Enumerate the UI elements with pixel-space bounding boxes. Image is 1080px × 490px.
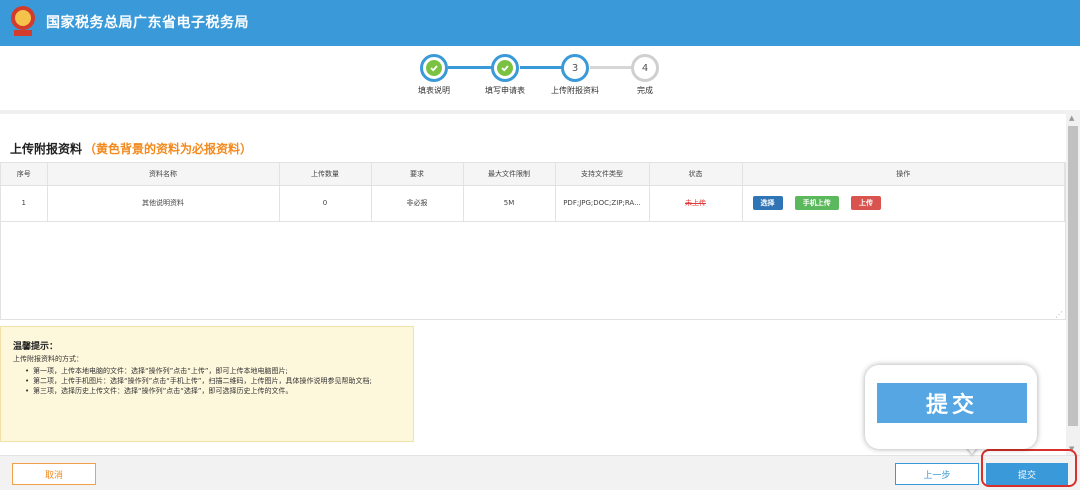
- step-label: 填表说明: [418, 86, 450, 95]
- step-circle: [420, 54, 448, 82]
- mobile-upload-button[interactable]: 手机上传: [794, 196, 839, 210]
- step-4: 4 完成: [605, 54, 685, 96]
- app-title: 国家税务总局广东省电子税务局: [46, 15, 249, 31]
- cell-requirement: 非必报: [371, 185, 464, 222]
- section-title-text: 上传附报资料: [10, 142, 83, 156]
- callout-submit-label: 提交: [877, 383, 1027, 423]
- tip-item: 第二项，上传手机图片：选择“操作列”点击“手机上传”，扫描二维码，上传图片，具体…: [25, 376, 401, 386]
- column-header: 序号: [1, 163, 48, 186]
- progress-steps: 填表说明 填写申请表 3 上传附报资料 4 完成: [0, 52, 1080, 100]
- submit-highlight-ring: [981, 449, 1077, 487]
- cell-file-types: PDF;JPG;DOC;ZIP;RA...: [555, 185, 650, 222]
- column-header: 支持文件类型: [555, 163, 650, 186]
- resize-handle-icon[interactable]: ⋰: [1055, 310, 1063, 319]
- tax-emblem-icon: [11, 6, 35, 36]
- column-header: 最大文件限制: [463, 163, 556, 186]
- table-header-row: 序号 资料名称 上传数量 要求 最大文件限制 支持文件类型 状态 操作: [1, 163, 1065, 186]
- step-label: 上传附报资料: [551, 86, 599, 95]
- step-number: 3: [571, 62, 579, 74]
- column-header: 资料名称: [47, 163, 280, 186]
- tip-item: 第一项，上传本地电脑的文件：选择“操作列”点击“上传”，即可上传本地电脑图片;: [25, 366, 401, 376]
- select-button[interactable]: 选择: [752, 196, 783, 210]
- check-icon: [497, 60, 513, 76]
- cell-name: 其他说明资料: [47, 185, 280, 222]
- cell-index: 1: [1, 185, 48, 222]
- previous-step-button[interactable]: 上一步: [895, 463, 979, 485]
- vertical-scrollbar[interactable]: ▲ ▼: [1066, 110, 1080, 455]
- app-header: 国家税务总局广东省电子税务局: [0, 0, 1080, 46]
- action-bar: 取消 上一步 提交: [0, 455, 1080, 490]
- column-header: 操作: [742, 163, 1065, 186]
- tips-list: 第一项，上传本地电脑的文件：选择“操作列”点击“上传”，即可上传本地电脑图片; …: [13, 366, 401, 396]
- section-title: 上传附报资料 （黄色背景的资料为必报资料）: [10, 140, 252, 157]
- attachments-table: 序号 资料名称 上传数量 要求 最大文件限制 支持文件类型 状态 操作 1 其他…: [0, 162, 1066, 320]
- submit-callout: 提交: [865, 365, 1037, 449]
- cell-status: 未上传: [649, 185, 743, 222]
- step-number: 4: [641, 62, 649, 74]
- cancel-button[interactable]: 取消: [12, 463, 96, 485]
- cell-count: 0: [279, 185, 372, 222]
- step-circle: 3: [561, 54, 589, 82]
- step-1: 填表说明: [394, 54, 474, 96]
- required-note: （黄色背景的资料为必报资料）: [84, 142, 253, 156]
- step-label: 填写申请表: [485, 86, 525, 95]
- column-header: 状态: [649, 163, 743, 186]
- tips-title: 温馨提示：: [13, 342, 59, 352]
- step-label: 完成: [637, 86, 653, 95]
- scroll-thumb[interactable]: [1068, 126, 1078, 426]
- check-icon: [426, 60, 442, 76]
- upload-button[interactable]: 上传: [850, 196, 881, 210]
- cell-max-size: 5M: [463, 185, 556, 222]
- step-circle: [491, 54, 519, 82]
- tips-box: 温馨提示： 上传附报资料的方式： 第一项，上传本地电脑的文件：选择“操作列”点击…: [0, 326, 414, 442]
- table-row: 1 其他说明资料 0 非必报 5M PDF;JPG;DOC;ZIP;RA... …: [1, 185, 1065, 222]
- column-header: 要求: [371, 163, 464, 186]
- tip-item: 第三项，选择历史上传文件：选择“操作列”点击“选择”，即可选择历史上传的文件。: [25, 386, 401, 396]
- step-2: 填写申请表: [465, 54, 545, 96]
- scroll-up-icon[interactable]: ▲: [1069, 114, 1074, 122]
- tips-subtitle: 上传附报资料的方式：: [13, 355, 83, 363]
- step-3: 3 上传附报资料: [535, 54, 615, 96]
- column-header: 上传数量: [279, 163, 372, 186]
- step-circle: 4: [631, 54, 659, 82]
- cell-actions: 选择 手机上传 上传: [742, 185, 1065, 222]
